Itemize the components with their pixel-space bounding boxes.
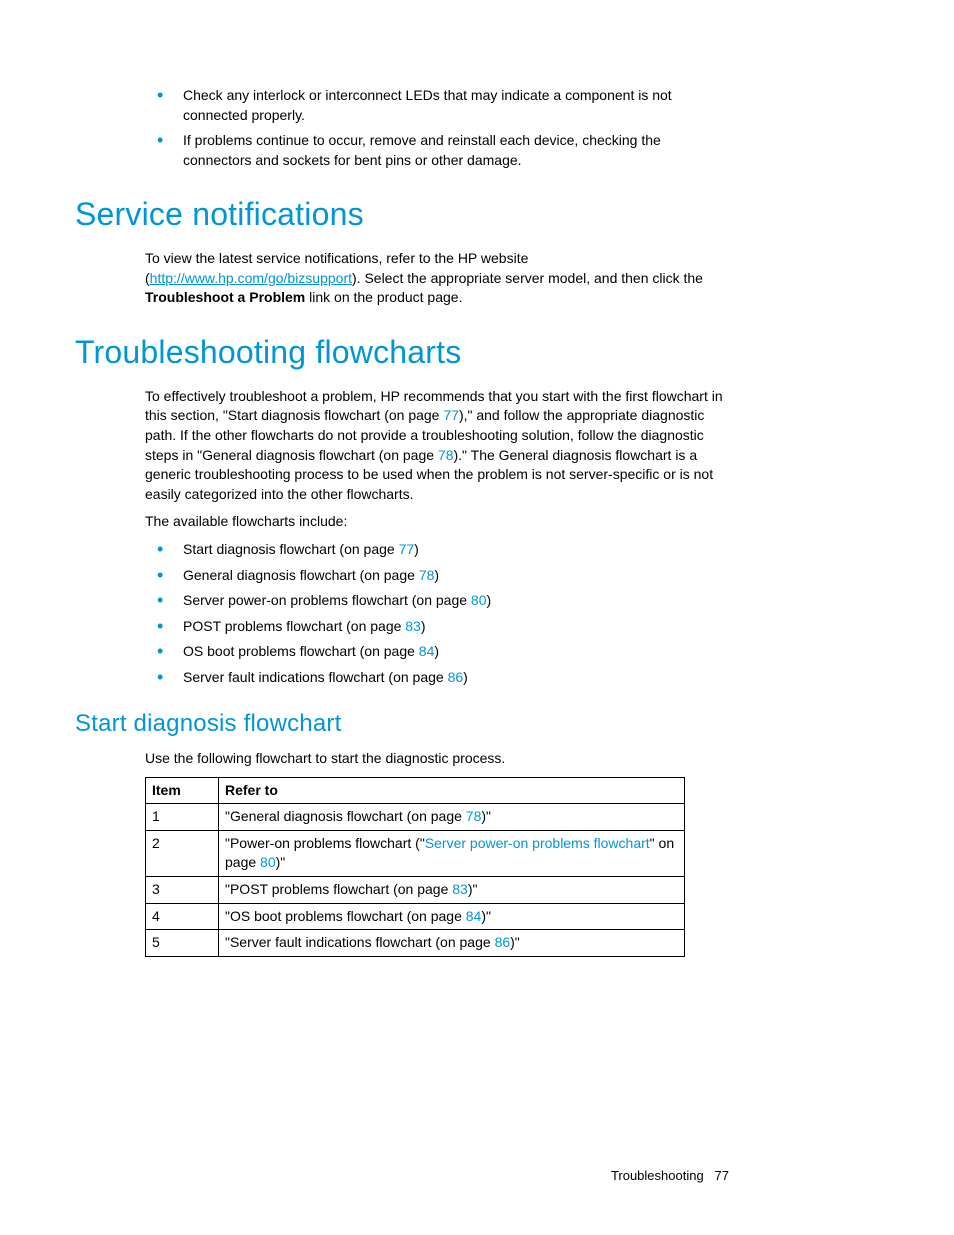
bullet-text: Check any interlock or interconnect LEDs… [183,87,672,123]
bizsupport-link[interactable]: http://www.hp.com/go/bizsupport [150,270,352,286]
table-row: 1 "General diagnosis flowchart (on page … [146,804,685,831]
troubleshoot-a-problem-bold: Troubleshoot a Problem [145,289,305,305]
list-item: General diagnosis flowchart (on page 78) [145,566,729,586]
service-notifications-body: To view the latest service notifications… [145,249,729,308]
text: POST problems flowchart (on page [183,618,405,634]
cell-refer: "OS boot problems flowchart (on page 84)… [219,903,685,930]
text: Server power-on problems flowchart (on p… [183,592,471,608]
list-item: OS boot problems flowchart (on page 84) [145,642,729,662]
intro-bullet-list: Check any interlock or interconnect LEDs… [145,86,729,170]
page-link-78[interactable]: 78 [438,447,454,463]
text: )" [510,934,520,950]
cell-refer: "POST problems flowchart (on page 83)" [219,877,685,904]
page-link[interactable]: 78 [419,567,435,583]
cell-item: 5 [146,930,219,957]
heading-service-notifications: Service notifications [75,192,729,237]
text: ) [421,618,426,634]
footer-page-number: 77 [715,1168,729,1183]
heading-troubleshooting-flowcharts: Troubleshooting flowcharts [75,330,729,375]
page-footer: Troubleshooting 77 [75,1167,729,1185]
service-notifications-paragraph: To view the latest service notifications… [145,249,729,308]
text: General diagnosis flowchart (on page [183,567,419,583]
cell-refer: "General diagnosis flowchart (on page 78… [219,804,685,831]
page-link[interactable]: 86 [495,934,511,950]
list-item: Server fault indications flowchart (on p… [145,668,729,688]
heading-start-diagnosis-flowchart: Start diagnosis flowchart [75,707,729,741]
text: OS boot problems flowchart (on page [183,643,419,659]
footer-section: Troubleshooting [611,1168,704,1183]
text: ) [487,592,492,608]
col-item: Item [146,777,219,804]
text: ) [414,541,419,557]
flowcharts-paragraph-1: To effectively troubleshoot a problem, H… [145,387,729,505]
troubleshooting-flowcharts-body: To effectively troubleshoot a problem, H… [145,387,729,688]
cell-item: 4 [146,903,219,930]
cell-item: 2 [146,830,219,876]
col-refer-to: Refer to [219,777,685,804]
page-link[interactable]: 80 [471,592,487,608]
text: ) [434,643,439,659]
text: "OS boot problems flowchart (on page [225,908,466,924]
reference-table: Item Refer to 1 "General diagnosis flowc… [145,777,685,957]
text: )" [481,808,491,824]
table-row: 4 "OS boot problems flowchart (on page 8… [146,903,685,930]
page-link[interactable]: 77 [399,541,415,557]
text: ) [463,669,468,685]
list-item: Server power-on problems flowchart (on p… [145,591,729,611]
list-item: POST problems flowchart (on page 83) [145,617,729,637]
table-row: 5 "Server fault indications flowchart (o… [146,930,685,957]
text: "Server fault indications flowchart (on … [225,934,495,950]
list-item: If problems continue to occur, remove an… [145,131,729,170]
flowcharts-paragraph-2: The available flowcharts include: [145,512,729,532]
page-link[interactable]: 84 [419,643,435,659]
text: "Power-on problems flowchart (" [225,835,425,851]
start-diagnosis-intro: Use the following flowchart to start the… [145,749,729,769]
page-link[interactable]: 80 [260,854,276,870]
table-row: 2 "Power-on problems flowchart ("Server … [146,830,685,876]
page-link[interactable]: 78 [466,808,482,824]
text: "POST problems flowchart (on page [225,881,452,897]
list-item: Check any interlock or interconnect LEDs… [145,86,729,125]
flowcharts-list: Start diagnosis flowchart (on page 77) G… [145,540,729,688]
text: ) [434,567,439,583]
start-diagnosis-body: Use the following flowchart to start the… [145,749,729,957]
page-link[interactable]: 84 [466,908,482,924]
text: Start diagnosis flowchart (on page [183,541,399,557]
list-item: Start diagnosis flowchart (on page 77) [145,540,729,560]
bullet-text: If problems continue to occur, remove an… [183,132,661,168]
server-power-on-link[interactable]: Server power-on problems flowchart [425,835,650,851]
cell-item: 3 [146,877,219,904]
text: )" [276,854,286,870]
text: ). Select the appropriate server model, … [352,270,703,286]
page-link[interactable]: 83 [405,618,421,634]
text: link on the product page. [305,289,462,305]
text: )" [468,881,478,897]
page-link[interactable]: 86 [448,669,464,685]
table-row: 3 "POST problems flowchart (on page 83)" [146,877,685,904]
page-link-77[interactable]: 77 [443,407,459,423]
cell-refer: "Power-on problems flowchart ("Server po… [219,830,685,876]
table-header-row: Item Refer to [146,777,685,804]
text: Server fault indications flowchart (on p… [183,669,448,685]
intro-bullets-block: Check any interlock or interconnect LEDs… [145,86,729,170]
cell-item: 1 [146,804,219,831]
text: "General diagnosis flowchart (on page [225,808,466,824]
text: )" [481,908,491,924]
cell-refer: "Server fault indications flowchart (on … [219,930,685,957]
page-link[interactable]: 83 [452,881,468,897]
